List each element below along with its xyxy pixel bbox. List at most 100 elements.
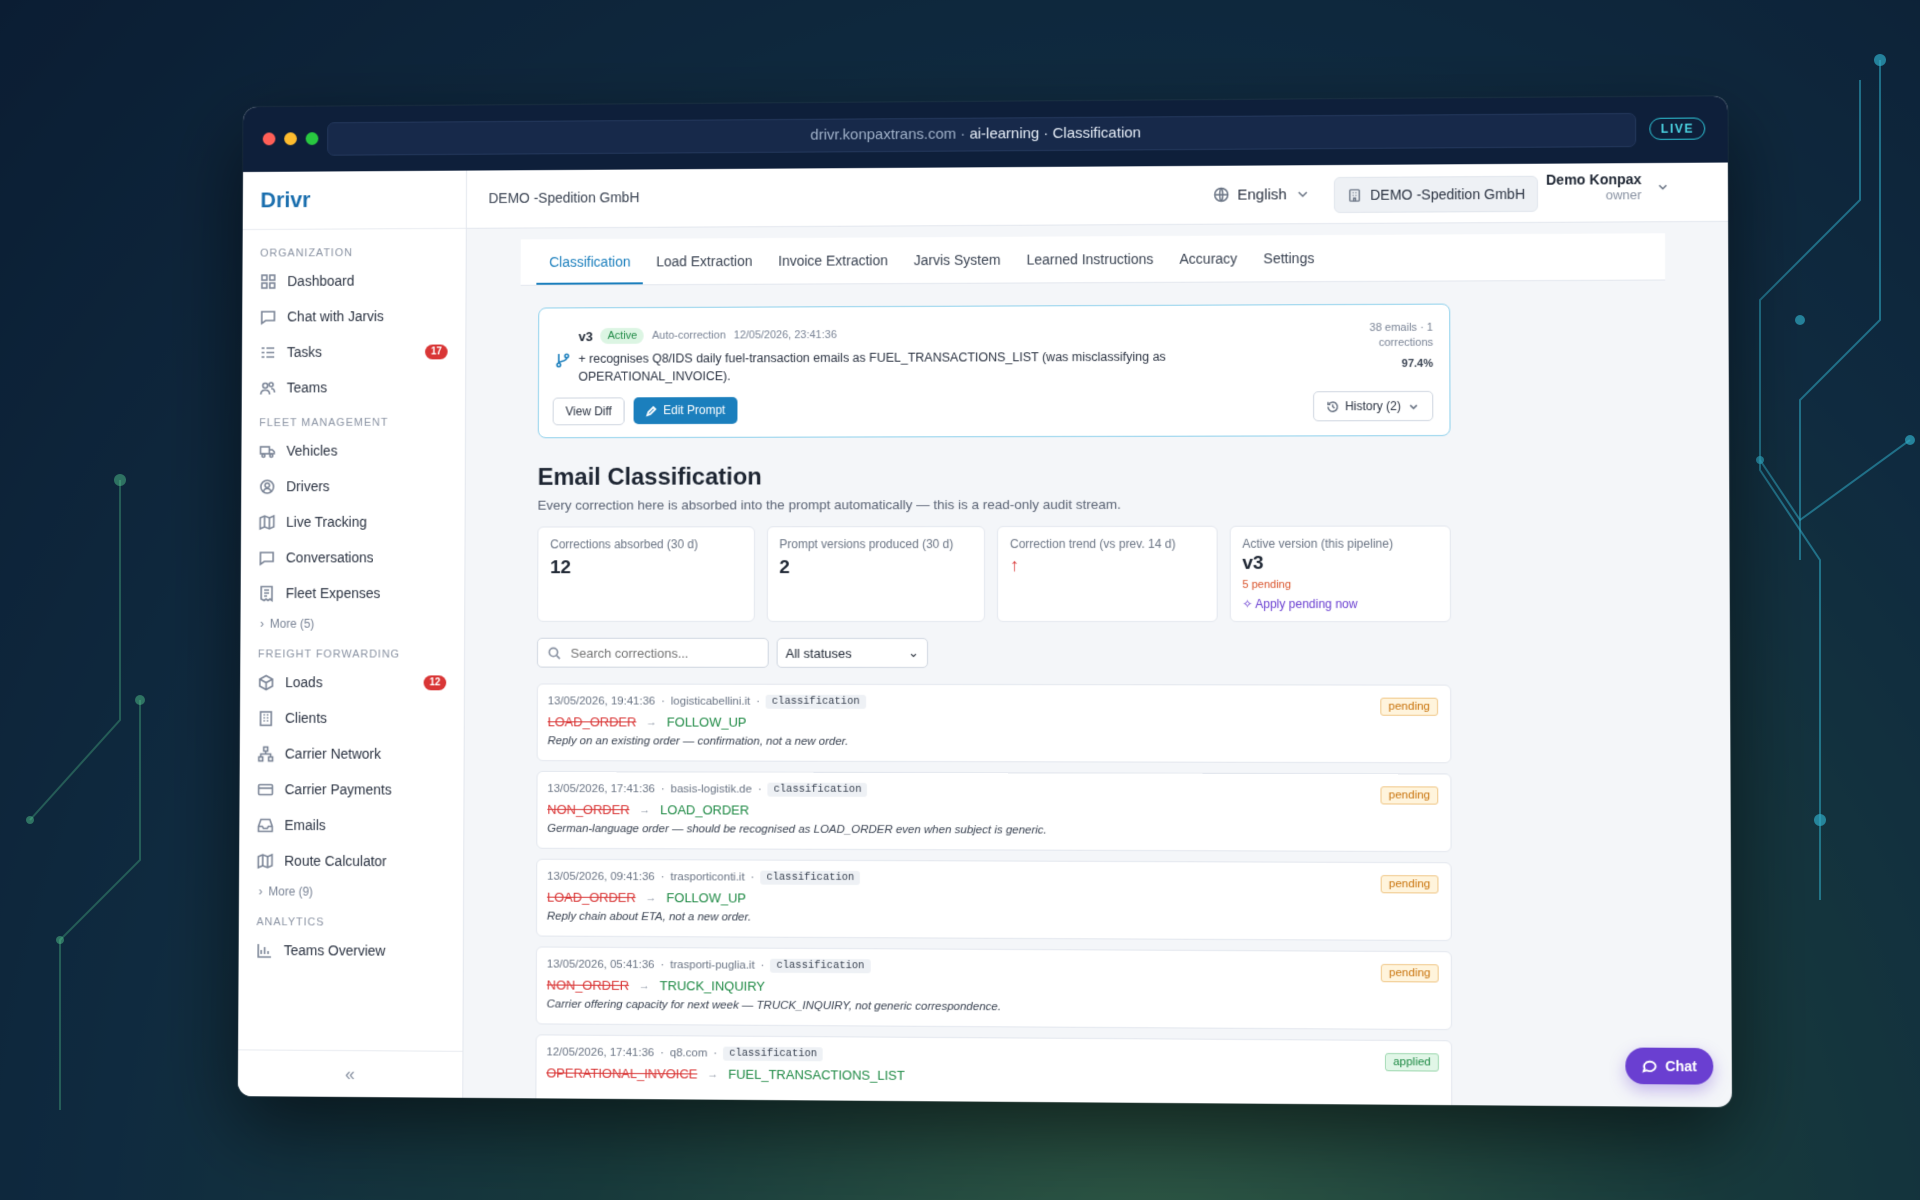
sidebar-item-emails[interactable]: Emails bbox=[253, 807, 450, 843]
tab-bar: Classification Load Extraction Invoice Ext… bbox=[520, 233, 1666, 286]
sidebar-item-label: Conversations bbox=[285, 549, 374, 566]
prompt-version: v3 bbox=[578, 328, 593, 344]
chevron-down-icon bbox=[1407, 399, 1420, 412]
separator: · bbox=[660, 783, 665, 796]
sidebar-item-drivers[interactable]: Drivers bbox=[255, 468, 451, 504]
minimize-window-button[interactable] bbox=[284, 132, 297, 146]
search-field[interactable] bbox=[536, 637, 769, 668]
apply-pending-link[interactable]: ✧ Apply pending now bbox=[1242, 597, 1437, 611]
correction-row[interactable]: 12/05/2026, 17:41:36 · q8.com · classificati… bbox=[535, 1034, 1453, 1108]
sidebar-item-route-calculator[interactable]: Route Calculator bbox=[253, 843, 450, 880]
chevron-right-icon: › bbox=[258, 884, 263, 899]
chevron-down-icon bbox=[1295, 186, 1311, 202]
sidebar-item-conversations[interactable]: Conversations bbox=[254, 540, 450, 576]
top-bar: DEMO -Spedition GmbH English DEMO -Spedi… bbox=[466, 162, 1729, 229]
prompt-description: + recognises Q8/IDS daily fuel-transacti… bbox=[578, 349, 1166, 384]
close-window-button[interactable] bbox=[262, 132, 276, 146]
stat-label: Corrections absorbed (30 d) bbox=[550, 537, 698, 552]
building-icon bbox=[258, 709, 275, 726]
sidebar-more-toggle[interactable]: › More (5) bbox=[254, 611, 450, 637]
correction-row[interactable]: 13/05/2026, 17:41:36 · basis-logistik.de · c… bbox=[536, 771, 1452, 853]
sidebar-item-teams-overview[interactable]: Teams Overview bbox=[252, 932, 449, 969]
correction-domain: q8.com bbox=[669, 1047, 708, 1060]
tab-invoice-extraction[interactable]: Invoice Extraction bbox=[765, 237, 901, 283]
status-filter-select[interactable]: All statuses ⌄ bbox=[776, 637, 929, 668]
correction-row[interactable]: 13/05/2026, 09:41:36 · trasporticonti.it · c… bbox=[535, 858, 1452, 942]
user-menu[interactable]: Demo Konpax owner bbox=[1546, 171, 1673, 203]
collapse-sidebar-button[interactable]: « bbox=[237, 1049, 463, 1098]
tab-learned-instructions[interactable]: Learned Instructions bbox=[1014, 236, 1167, 283]
truck-icon bbox=[259, 442, 276, 459]
stat-value: 12 bbox=[550, 557, 572, 579]
correction-type-tag: classification bbox=[770, 958, 871, 974]
tab-accuracy[interactable]: Accuracy bbox=[1166, 235, 1250, 281]
sidebar-item-carrier-payments[interactable]: Carrier Payments bbox=[253, 771, 450, 807]
sidebar-item-live-tracking[interactable]: Live Tracking bbox=[255, 504, 451, 540]
stat-label: Prompt versions produced (30 d) bbox=[779, 537, 954, 552]
map-icon bbox=[259, 513, 276, 530]
address-bar[interactable]: drivr.konpaxtrans.com · ai-learning · Cl… bbox=[327, 112, 1637, 156]
correction-note: Carrier offering capacity for next week … bbox=[546, 998, 1001, 1014]
sidebar-item-teams[interactable]: Teams bbox=[255, 369, 451, 405]
status-badge: applied bbox=[1384, 1053, 1439, 1072]
page-content: Classification Load Extraction Invoice Ext… bbox=[518, 233, 1669, 1108]
arrow-up-icon: ↑ bbox=[1010, 554, 1020, 575]
building-icon bbox=[1347, 187, 1362, 202]
box-icon bbox=[258, 674, 275, 691]
organization-switcher[interactable]: DEMO -Spedition GmbH bbox=[1333, 175, 1539, 214]
search-input[interactable] bbox=[568, 644, 751, 662]
history-dropdown[interactable]: History (2) bbox=[1312, 390, 1434, 422]
separator: · bbox=[760, 959, 765, 972]
stat-value: v3 bbox=[1242, 552, 1264, 574]
content-inner: v3 Active Auto-correction 12/05/2026, 23… bbox=[535, 303, 1453, 1108]
label-change: NON_ORDER → LOAD_ORDER bbox=[547, 802, 1440, 820]
dashboard-icon bbox=[260, 273, 277, 290]
sidebar-section-title: ANALYTICS bbox=[256, 916, 325, 929]
tab-settings[interactable]: Settings bbox=[1250, 235, 1327, 281]
sidebar-item-fleet-expenses[interactable]: Fleet Expenses bbox=[254, 575, 450, 611]
arrow-right-icon: → bbox=[645, 891, 657, 904]
prompt-status-badge: Active bbox=[600, 327, 645, 344]
correction-domain: trasporti-puglia.it bbox=[670, 959, 755, 972]
chat-button[interactable]: Chat bbox=[1625, 1047, 1714, 1085]
view-diff-button[interactable]: View Diff bbox=[552, 397, 625, 426]
sidebar-item-label: Drivers bbox=[286, 478, 330, 495]
sidebar-item-tasks[interactable]: Tasks 17 bbox=[256, 334, 452, 370]
prompt-stats-line: 38 emails · 1 corrections bbox=[1369, 321, 1434, 349]
sidebar: Drivr ORGANIZATION Dashboard Chat with Jar… bbox=[237, 170, 468, 1098]
stat-label: Active version (this pipeline) bbox=[1242, 536, 1394, 551]
driver-icon bbox=[259, 478, 276, 495]
tab-classification[interactable]: Classification bbox=[536, 238, 644, 285]
tab-load-extraction[interactable]: Load Extraction bbox=[643, 238, 765, 284]
sidebar-item-carrier-network[interactable]: Carrier Network bbox=[253, 736, 450, 772]
sidebar-item-label: Tasks bbox=[286, 343, 323, 360]
separator: · bbox=[660, 1047, 665, 1060]
history-icon bbox=[1326, 400, 1339, 413]
sidebar-item-label: Chat with Jarvis bbox=[287, 308, 384, 325]
live-badge: LIVE bbox=[1649, 117, 1706, 140]
prompt-accuracy: 97.4% bbox=[1401, 357, 1434, 370]
sidebar-item-vehicles[interactable]: Vehicles bbox=[255, 433, 451, 469]
page-subtitle: Every correction here is absorbed into t… bbox=[537, 496, 1121, 513]
browser-titlebar: drivr.konpaxtrans.com · ai-learning · Cl… bbox=[243, 96, 1728, 173]
chat-button-label: Chat bbox=[1665, 1057, 1697, 1075]
sidebar-item-dashboard[interactable]: Dashboard bbox=[256, 262, 452, 298]
correction-row[interactable]: 13/05/2026, 19:41:36 · logisticabellini.it… bbox=[536, 683, 1452, 764]
correction-meta: 13/05/2026, 05:41:36 · trasporti-puglia.it… bbox=[547, 958, 1441, 977]
sidebar-more-toggle[interactable]: › More (9) bbox=[253, 878, 450, 905]
correction-row[interactable]: 13/05/2026, 05:41:36 · trasporti-puglia.it… bbox=[535, 946, 1453, 1031]
sidebar-item-chat-with-jarvis[interactable]: Chat with Jarvis bbox=[256, 298, 452, 334]
sidebar-item-label: Live Tracking bbox=[286, 513, 367, 530]
tab-jarvis-system[interactable]: Jarvis System bbox=[901, 237, 1014, 283]
language-selector[interactable]: English bbox=[1213, 181, 1311, 208]
stats-row: Corrections absorbed (30 d) 12 Prompt ve… bbox=[537, 525, 1452, 623]
brand-logo[interactable]: Drivr bbox=[242, 170, 467, 231]
correction-time: 13/05/2026, 19:41:36 bbox=[547, 695, 656, 708]
sidebar-item-loads[interactable]: Loads 12 bbox=[254, 664, 450, 700]
status-badge: pending bbox=[1380, 786, 1439, 805]
maximize-window-button[interactable] bbox=[305, 132, 319, 146]
sidebar-item-clients[interactable]: Clients bbox=[254, 700, 451, 736]
filter-bar: All statuses ⌄ bbox=[536, 637, 1451, 669]
correction-type-tag: classification bbox=[723, 1046, 824, 1062]
edit-prompt-button[interactable]: Edit Prompt bbox=[633, 397, 738, 425]
